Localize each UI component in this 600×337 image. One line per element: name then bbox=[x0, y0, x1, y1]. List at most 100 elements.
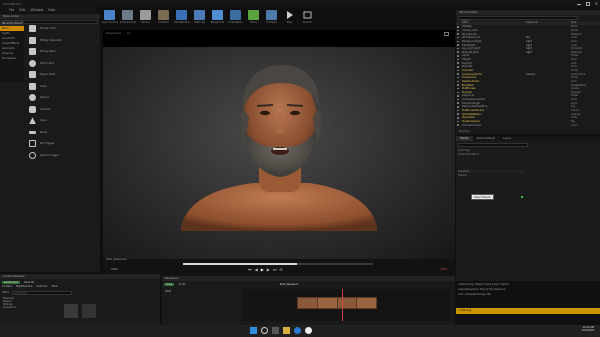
visibility-eye-icon[interactable] bbox=[457, 55, 459, 57]
camera-cut-track[interactable] bbox=[297, 297, 377, 309]
save-all-button[interactable]: Save All bbox=[24, 281, 34, 284]
visibility-eye-icon[interactable] bbox=[457, 87, 459, 90]
add-track-button[interactable]: Track bbox=[164, 282, 175, 286]
visibility-eye-icon[interactable] bbox=[457, 40, 459, 43]
tab-world-settings[interactable]: World Settings bbox=[473, 136, 499, 141]
place-item[interactable]: Box Trigger bbox=[26, 138, 100, 150]
place-item[interactable]: Player Start bbox=[26, 69, 100, 81]
modes-button[interactable]: Modes bbox=[138, 9, 153, 30]
place-item[interactable]: Empty Pawn bbox=[26, 46, 100, 58]
place-item[interactable]: Point Light bbox=[26, 58, 100, 70]
visibility-eye-icon[interactable] bbox=[457, 47, 459, 50]
sequencer-track-area[interactable] bbox=[242, 289, 450, 321]
viewport-mode-dropdown[interactable]: Perspective bbox=[106, 32, 121, 35]
breadcrumb-item[interactable]: Face bbox=[52, 285, 58, 290]
play-pause-icon[interactable]: ▶ bbox=[261, 267, 264, 272]
fps-dropdown[interactable]: 24 fps bbox=[178, 283, 185, 286]
visibility-eye-icon[interactable] bbox=[457, 73, 459, 75]
place-item[interactable]: Empty Character bbox=[26, 35, 100, 47]
asset-thumbnail[interactable] bbox=[82, 304, 96, 318]
build-button[interactable]: Build bbox=[246, 9, 261, 30]
category-all-classes[interactable]: All Classes bbox=[0, 56, 24, 61]
visibility-eye-icon[interactable] bbox=[457, 33, 459, 35]
file-explorer-icon[interactable] bbox=[283, 327, 290, 334]
start-icon[interactable] bbox=[250, 327, 257, 334]
save-current-button[interactable]: Save Current bbox=[102, 9, 118, 30]
tab-details[interactable]: Details bbox=[456, 136, 473, 141]
breadcrumb-item[interactable]: MetaHumans bbox=[16, 285, 33, 290]
settings-button[interactable]: Settings bbox=[192, 9, 207, 30]
filters-button[interactable]: Filters bbox=[2, 291, 9, 295]
place-item[interactable]: Sphere Trigger bbox=[26, 150, 100, 162]
visibility-eye-icon[interactable] bbox=[457, 66, 459, 68]
outliner-tab[interactable]: World Outliner bbox=[456, 10, 600, 15]
breadcrumb-item[interactable]: Common bbox=[36, 285, 47, 290]
tab-layers[interactable]: Layers bbox=[499, 136, 515, 141]
playhead[interactable] bbox=[342, 289, 343, 321]
visibility-eye-icon[interactable] bbox=[457, 80, 459, 83]
blueprints-button[interactable]: Blueprints bbox=[210, 9, 225, 30]
warning-bar[interactable]: 1 Warning bbox=[456, 308, 600, 314]
place-item[interactable]: Cone bbox=[26, 115, 100, 127]
place-tab[interactable]: Place Actors bbox=[0, 14, 100, 19]
select-parent-tooltip[interactable]: Select Parent bbox=[471, 194, 494, 200]
visibility-eye-icon[interactable] bbox=[457, 29, 459, 32]
place-item[interactable]: Cylinder bbox=[26, 104, 100, 116]
folder-item[interactable]: Animations bbox=[3, 306, 157, 309]
visibility-eye-icon[interactable] bbox=[457, 36, 459, 39]
timeline-scrubber[interactable] bbox=[183, 263, 373, 265]
task-view-icon[interactable] bbox=[272, 327, 279, 334]
level-viewport[interactable]: Perspective Lit bbox=[103, 30, 455, 266]
launch-button[interactable]: Launch bbox=[300, 9, 315, 30]
visibility-eye-icon[interactable] bbox=[457, 106, 459, 108]
visibility-eye-icon[interactable] bbox=[457, 109, 459, 112]
viewport-maximize-icon[interactable] bbox=[444, 32, 449, 36]
search-icon[interactable] bbox=[261, 327, 268, 334]
add-import-button[interactable]: Add/Import bbox=[2, 280, 20, 284]
visibility-eye-icon[interactable] bbox=[457, 84, 459, 86]
browser-icon[interactable] bbox=[294, 327, 301, 334]
skip-start-icon[interactable]: ⏮ bbox=[248, 267, 252, 272]
visibility-eye-icon[interactable] bbox=[457, 113, 459, 115]
visibility-eye-icon[interactable] bbox=[457, 120, 459, 123]
outliner-header-sequencer[interactable]: Sequencer bbox=[526, 21, 538, 24]
visibility-eye-icon[interactable] bbox=[457, 76, 459, 79]
place-item[interactable]: Empty Actor bbox=[26, 23, 100, 35]
minimize-icon[interactable] bbox=[577, 4, 582, 5]
unreal-icon[interactable] bbox=[305, 327, 312, 334]
content-search-input[interactable]: Search Face bbox=[11, 291, 72, 295]
asset-thumbnail[interactable] bbox=[64, 304, 78, 318]
outliner-header-label[interactable]: Label bbox=[462, 21, 468, 24]
source-control-button[interactable]: Source Control bbox=[120, 9, 136, 30]
visibility-eye-icon[interactable] bbox=[457, 62, 459, 64]
step-forward-icon[interactable]: ▶ bbox=[267, 267, 270, 272]
content-button[interactable]: Content bbox=[156, 9, 171, 30]
visibility-eye-icon[interactable] bbox=[457, 69, 459, 72]
menu-help[interactable]: Help bbox=[48, 8, 55, 12]
visibility-eye-icon[interactable] bbox=[457, 44, 459, 46]
marketplace-button[interactable]: Marketplace bbox=[174, 9, 189, 30]
cinematics-button[interactable]: Cinematics bbox=[228, 9, 243, 30]
details-search-input[interactable] bbox=[458, 143, 528, 147]
menu-edit[interactable]: Edit bbox=[19, 8, 25, 12]
play-button[interactable]: Play bbox=[282, 9, 297, 30]
skip-end-icon[interactable]: ⏭ bbox=[273, 267, 277, 272]
step-back-icon[interactable]: ◀ bbox=[255, 267, 258, 272]
visibility-eye-icon[interactable] bbox=[457, 124, 459, 126]
maximize-icon[interactable] bbox=[586, 2, 590, 6]
outliner-header-type[interactable]: Type bbox=[571, 21, 576, 24]
menu-window[interactable]: Window bbox=[31, 8, 44, 12]
breadcrumb-item[interactable]: Content bbox=[2, 285, 12, 290]
place-item[interactable]: Plane bbox=[26, 127, 100, 139]
close-icon[interactable]: ✕ bbox=[595, 1, 598, 6]
outliner-search-input[interactable]: Search... bbox=[458, 16, 578, 22]
place-item[interactable]: Sphere bbox=[26, 92, 100, 104]
visibility-eye-icon[interactable] bbox=[457, 91, 459, 94]
visibility-eye-icon[interactable] bbox=[457, 98, 459, 101]
visibility-eye-icon[interactable] bbox=[457, 51, 459, 53]
viewport-lit-dropdown[interactable]: Lit bbox=[127, 32, 130, 35]
taskbar-clock[interactable]: 10:24 AM 2/14/2024 bbox=[582, 326, 594, 332]
visibility-eye-icon[interactable] bbox=[457, 26, 459, 28]
menu-file[interactable]: File bbox=[9, 8, 14, 12]
visibility-eye-icon[interactable] bbox=[457, 95, 459, 97]
